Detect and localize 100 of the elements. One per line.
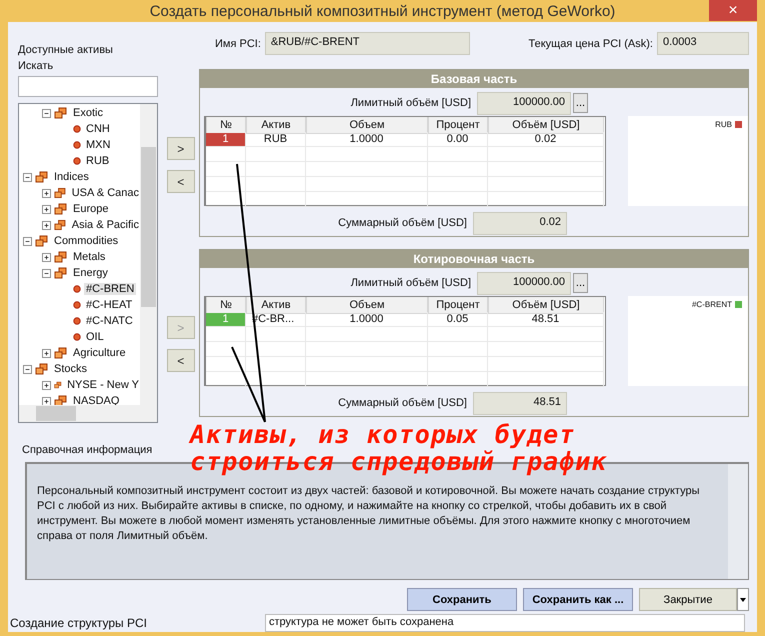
- assets-label: Доступные активы: [18, 44, 114, 56]
- search-label: Искать: [18, 60, 54, 72]
- sum-label: Суммарный объём [USD]: [338, 217, 467, 229]
- tree-item[interactable]: Energy: [71, 267, 110, 279]
- column-header: №: [206, 297, 246, 314]
- tree-item[interactable]: #C-BREN: [84, 283, 136, 295]
- table-cell: 48.51: [488, 312, 604, 327]
- tree-item[interactable]: MXN: [84, 139, 112, 151]
- empty-cell: [246, 192, 306, 207]
- empty-cell: [246, 372, 306, 387]
- sum-label: Суммарный объём [USD]: [338, 397, 467, 409]
- pci-name-field[interactable]: &RUB/#C-BRENT: [264, 32, 470, 55]
- tree-item[interactable]: USA & Canac: [70, 187, 141, 199]
- empty-cell: [428, 372, 488, 387]
- tree-item[interactable]: RUB: [84, 155, 112, 167]
- plus-icon[interactable]: [42, 220, 51, 230]
- limit-field[interactable]: 100000.00: [477, 272, 571, 294]
- empty-cell: [206, 372, 246, 387]
- dot-icon: [73, 125, 81, 133]
- tree-item[interactable]: NYSE - New Y: [65, 379, 141, 391]
- limit-field[interactable]: 100000.00: [477, 92, 571, 114]
- save-button[interactable]: Сохранить как ...: [523, 588, 633, 611]
- pci-name-label: Имя PCI:: [215, 38, 261, 50]
- plus-icon[interactable]: [42, 396, 51, 406]
- tree-item[interactable]: Exotic: [71, 107, 105, 119]
- scrollbar[interactable]: [728, 464, 748, 579]
- minus-icon[interactable]: [23, 172, 32, 182]
- legend-item: RUB: [715, 120, 742, 129]
- cubes-icon: [35, 363, 49, 375]
- add-button[interactable]: >: [166, 137, 195, 160]
- plus-icon[interactable]: [42, 252, 51, 262]
- panel-header: Котировочная часть: [200, 250, 748, 268]
- dot-icon: [73, 141, 81, 149]
- remove-button[interactable]: <: [166, 170, 195, 193]
- tree-item[interactable]: #C-HEAT: [84, 299, 134, 311]
- minus-icon[interactable]: [23, 364, 32, 374]
- tree-item[interactable]: NASDAQ: [71, 395, 122, 407]
- table-cell: RUB: [246, 132, 306, 147]
- sum-field: 48.51: [473, 392, 567, 414]
- column-header: Объём [USD]: [488, 297, 604, 314]
- cubes-icon: [35, 235, 49, 247]
- ellipsis-button[interactable]: ...: [573, 273, 588, 293]
- dot-icon: [73, 157, 81, 165]
- empty-cell: [246, 147, 306, 162]
- help-label: Справочная информация: [22, 444, 154, 456]
- table-cell: 0.02: [488, 132, 604, 147]
- empty-cell: [246, 342, 306, 357]
- empty-cell: [246, 357, 306, 372]
- legend-item: #C-BRENT: [692, 300, 742, 309]
- column-header: №: [206, 117, 246, 134]
- minus-icon[interactable]: [42, 268, 51, 278]
- tree-item[interactable]: Europe: [71, 203, 110, 215]
- empty-cell: [206, 342, 246, 357]
- ellipsis-button[interactable]: ...: [573, 93, 588, 113]
- column-header: Объём [USD]: [488, 117, 604, 134]
- annotation-text: Активы, из которых будет: [190, 421, 576, 448]
- scrollbar[interactable]: [19, 405, 157, 422]
- tree-item[interactable]: OIL: [84, 331, 106, 343]
- sum-field: 0.02: [473, 212, 567, 234]
- cubes-icon: [35, 171, 49, 183]
- close-button[interactable]: ×: [709, 0, 757, 21]
- column-header: Актив: [246, 297, 306, 314]
- tree-item[interactable]: Metals: [71, 251, 108, 263]
- empty-cell: [206, 162, 246, 177]
- pci-price-field: 0.0003: [657, 32, 749, 55]
- limit-label: Лимитный объём [USD]: [350, 97, 471, 109]
- tree-item[interactable]: Asia & Pacific: [70, 219, 141, 231]
- plus-icon[interactable]: [42, 348, 51, 358]
- tree-item[interactable]: Commodities: [52, 235, 120, 247]
- cubes-icon: [54, 187, 67, 199]
- tree-item[interactable]: Indices: [52, 171, 91, 183]
- empty-cell: [206, 357, 246, 372]
- column-header: Процент: [428, 117, 488, 134]
- cubes-icon: [54, 267, 68, 279]
- empty-cell: [428, 192, 488, 207]
- remove-button[interactable]: <: [166, 349, 195, 372]
- table-cell: 0.05: [428, 312, 488, 327]
- tree-item[interactable]: Stocks: [52, 363, 90, 375]
- dot-icon: [73, 301, 81, 309]
- minus-icon[interactable]: [23, 236, 32, 246]
- tree-item[interactable]: #C-NATC: [84, 315, 135, 327]
- cubes-icon: [54, 251, 68, 263]
- tree-item[interactable]: Agriculture: [71, 347, 128, 359]
- tree-item[interactable]: CNH: [84, 123, 112, 135]
- save-button[interactable]: Сохранить: [407, 588, 517, 611]
- scrollbar[interactable]: [140, 104, 157, 405]
- table-cell: 1.0000: [306, 312, 428, 327]
- cubes-icon: [54, 219, 67, 231]
- search-field[interactable]: [18, 76, 158, 97]
- empty-cell: [206, 177, 246, 192]
- row-number: 1: [206, 313, 245, 326]
- status-text: Создание структуры PCI: [10, 616, 148, 630]
- plus-icon[interactable]: [42, 188, 51, 198]
- plus-icon[interactable]: [42, 204, 51, 214]
- plus-icon[interactable]: [42, 380, 51, 390]
- table-cell: 0.00: [428, 132, 488, 147]
- minus-icon[interactable]: [42, 108, 51, 118]
- dot-icon: [73, 333, 81, 341]
- close-dialog-button[interactable]: Закрытие: [639, 588, 737, 611]
- dropdown-button[interactable]: [737, 588, 749, 611]
